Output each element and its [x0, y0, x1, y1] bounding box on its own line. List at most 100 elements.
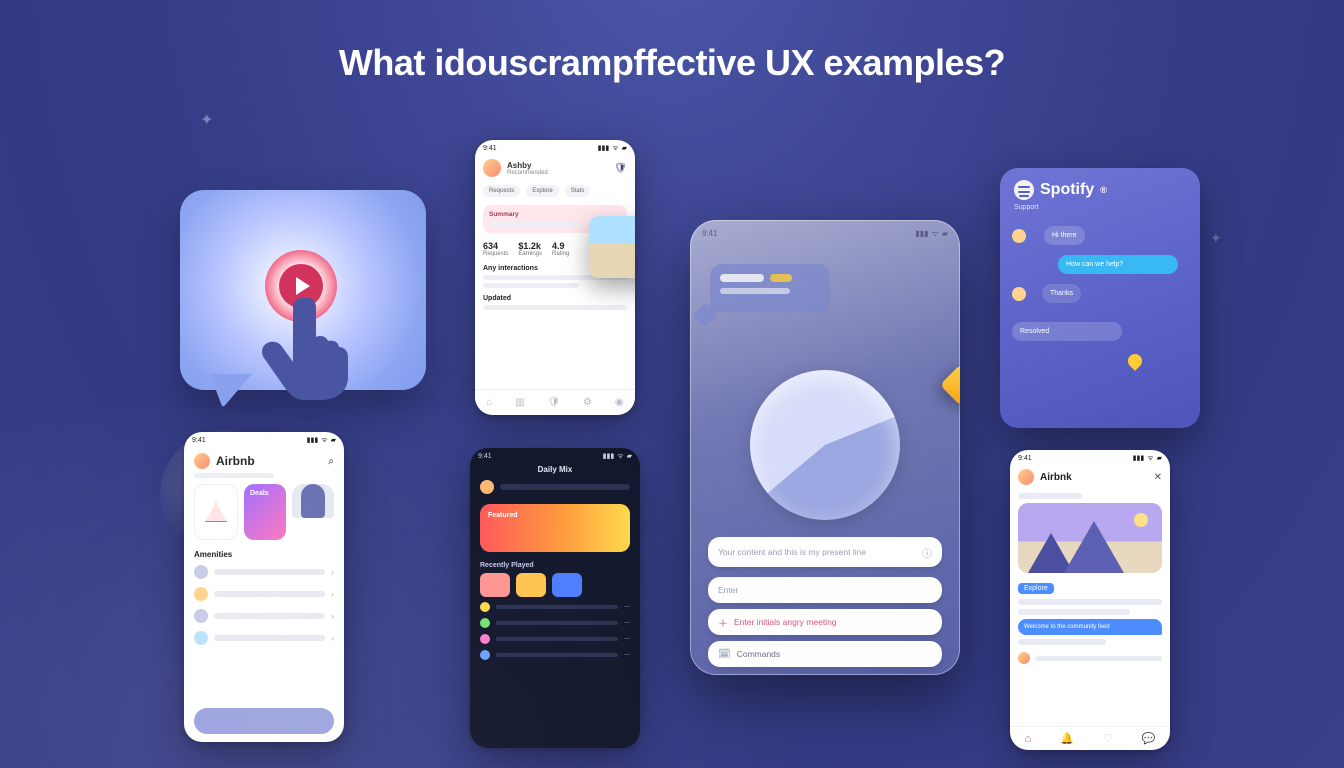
tab-pill[interactable]: Stats [565, 185, 591, 197]
list-item[interactable]: › [184, 583, 344, 605]
section-title: Amenities [184, 544, 344, 561]
spotify-logo-icon [1014, 180, 1034, 200]
home-icon[interactable]: ⌂ [486, 397, 492, 408]
wifi-icon: ᯤ [1147, 455, 1153, 462]
tab-pill[interactable]: Explore [526, 185, 558, 197]
status-time: 9:41 [702, 229, 718, 238]
bottom-nav: ⌂ ▥ 🛡 ⚙ ◉ [475, 389, 635, 415]
avatar [1018, 652, 1030, 664]
close-icon[interactable]: ✕ [1154, 472, 1162, 483]
album-tile[interactable] [516, 573, 546, 597]
brand-name: Spotify [1040, 181, 1094, 199]
shield-icon[interactable]: 🛡 [614, 163, 627, 174]
play-feature-card [180, 190, 426, 390]
track-row[interactable]: — [470, 615, 640, 631]
sparkle-icon: ✦ [300, 700, 315, 721]
status-time: 9:41 [1018, 455, 1032, 462]
wifi-icon: ᯤ [321, 437, 327, 444]
profile-card[interactable] [292, 484, 334, 518]
warning-icon [205, 502, 227, 522]
avatar[interactable] [1018, 469, 1034, 485]
status-bar: 9:41 ▮▮▮ᯤ ▰ [184, 432, 344, 447]
track-row[interactable]: — [470, 599, 640, 615]
shield-icon[interactable]: 🛡 [548, 397, 561, 408]
sun-icon [1134, 513, 1148, 527]
progress-dial[interactable] [750, 370, 900, 520]
input-placeholder: Enter [718, 585, 738, 595]
battery-icon: ▰ [627, 453, 632, 460]
hero-label: Featured [488, 512, 518, 519]
person-icon [301, 484, 325, 518]
message-input[interactable]: Your content and this is my present line… [708, 537, 942, 567]
wifi-icon: ᯤ [617, 453, 623, 460]
signal-icon: ▮▮▮ [598, 145, 610, 152]
profile-name: Ashby [507, 161, 548, 170]
settings-icon[interactable]: ⚙ [583, 397, 592, 408]
list-item[interactable]: › [184, 627, 344, 649]
hero-image[interactable] [1018, 503, 1162, 573]
music-app-mock: 9:41 ▮▮▮ᯤ▰ Daily Mix Featured Recently P… [470, 448, 640, 748]
promo-card[interactable]: Deals [244, 484, 286, 540]
input-placeholder: Enter initials angry meeting [734, 617, 837, 627]
hero-card[interactable]: Featured [480, 504, 630, 552]
brand-name: Airbnk [1040, 472, 1072, 483]
diamond-badge-icon [940, 364, 960, 406]
chat-bubble [710, 264, 830, 312]
wifi-icon: ᯤ [612, 145, 618, 152]
secondary-input[interactable]: Enter [708, 577, 942, 603]
section-title: Updated [475, 291, 635, 302]
section-title: Recently Played [470, 558, 640, 571]
hand-pointer-icon [250, 280, 370, 400]
tab-pill[interactable]: Requests [483, 185, 520, 197]
list-item[interactable]: › [184, 605, 344, 627]
calendar-icon[interactable]: 🗓 [718, 649, 731, 660]
battery-icon: ▰ [1157, 455, 1162, 462]
category-tag[interactable]: Explore [1018, 583, 1054, 594]
tertiary-input[interactable]: ＋ Enter initials angry meeting [708, 609, 942, 635]
stats-icon[interactable]: ▥ [515, 397, 524, 408]
avatar[interactable] [483, 159, 501, 177]
signal-icon: ▮▮▮ [1133, 455, 1145, 462]
signal-icon: ▮▮▮ [915, 229, 928, 238]
chevron-right-icon: › [331, 589, 334, 599]
quaternary-input[interactable]: 🗓 Commands [708, 641, 942, 667]
album-tile[interactable] [480, 573, 510, 597]
chat-bubble: How can we help? [1058, 255, 1178, 274]
list-item[interactable] [1010, 649, 1170, 667]
track-row[interactable]: — [470, 647, 640, 663]
status-bar: 9:41 ▮▮▮ᯤ▰ [470, 448, 640, 463]
track-row[interactable]: — [470, 631, 640, 647]
heart-icon[interactable]: ♡ [1103, 732, 1113, 745]
info-icon[interactable]: ⓘ [922, 545, 932, 560]
search-icon[interactable]: ⌕ [328, 456, 334, 467]
battery-icon: ▰ [942, 229, 948, 238]
avatar[interactable] [194, 453, 210, 469]
bell-icon[interactable]: 🔔 [1060, 732, 1074, 745]
chat-bubble: Thanks [1042, 284, 1081, 303]
signal-icon: ▮▮▮ [307, 437, 319, 444]
floating-image-card[interactable] [589, 216, 635, 278]
sparkle-icon: ✦ [1210, 230, 1222, 247]
spotify-app-mock: Spotify® Support Hi there How can we hel… [1000, 168, 1200, 428]
analytics-app-mock: 9:41 ▮▮▮ᯤ▰ Ashby Recommended 🛡 Requests … [475, 140, 635, 415]
chat-icon[interactable]: 💬 [1142, 732, 1156, 745]
status-time: 9:41 [478, 453, 492, 460]
status-badge: Resolved [1012, 322, 1122, 341]
album-tile[interactable] [552, 573, 582, 597]
status-bar: 9:41 ▮▮▮ ᯤ▰ [690, 220, 960, 243]
battery-icon: ▰ [331, 437, 336, 444]
bottom-nav[interactable] [194, 708, 334, 734]
alert-card[interactable] [194, 484, 238, 540]
registered-mark: ® [1100, 185, 1107, 195]
plus-icon[interactable]: ＋ [718, 615, 728, 630]
home-icon[interactable]: ⌂ [1025, 733, 1032, 745]
status-bar: 9:41 ▮▮▮ᯤ▰ [475, 140, 635, 155]
airbnb-app-mock: 9:41 ▮▮▮ᯤ▰ Airbnb ⌕ Deals Amenities › › … [184, 432, 344, 742]
avatar [480, 480, 494, 494]
stat: 4.9Rating [552, 241, 569, 257]
status-time: 9:41 [192, 437, 206, 444]
wifi-icon: ᯤ [932, 229, 939, 238]
chat-app-mock: 9:41 ▮▮▮ ᯤ▰ Your content and this is my p… [690, 220, 960, 675]
profile-icon[interactable]: ◉ [615, 397, 624, 408]
list-item[interactable]: › [184, 561, 344, 583]
